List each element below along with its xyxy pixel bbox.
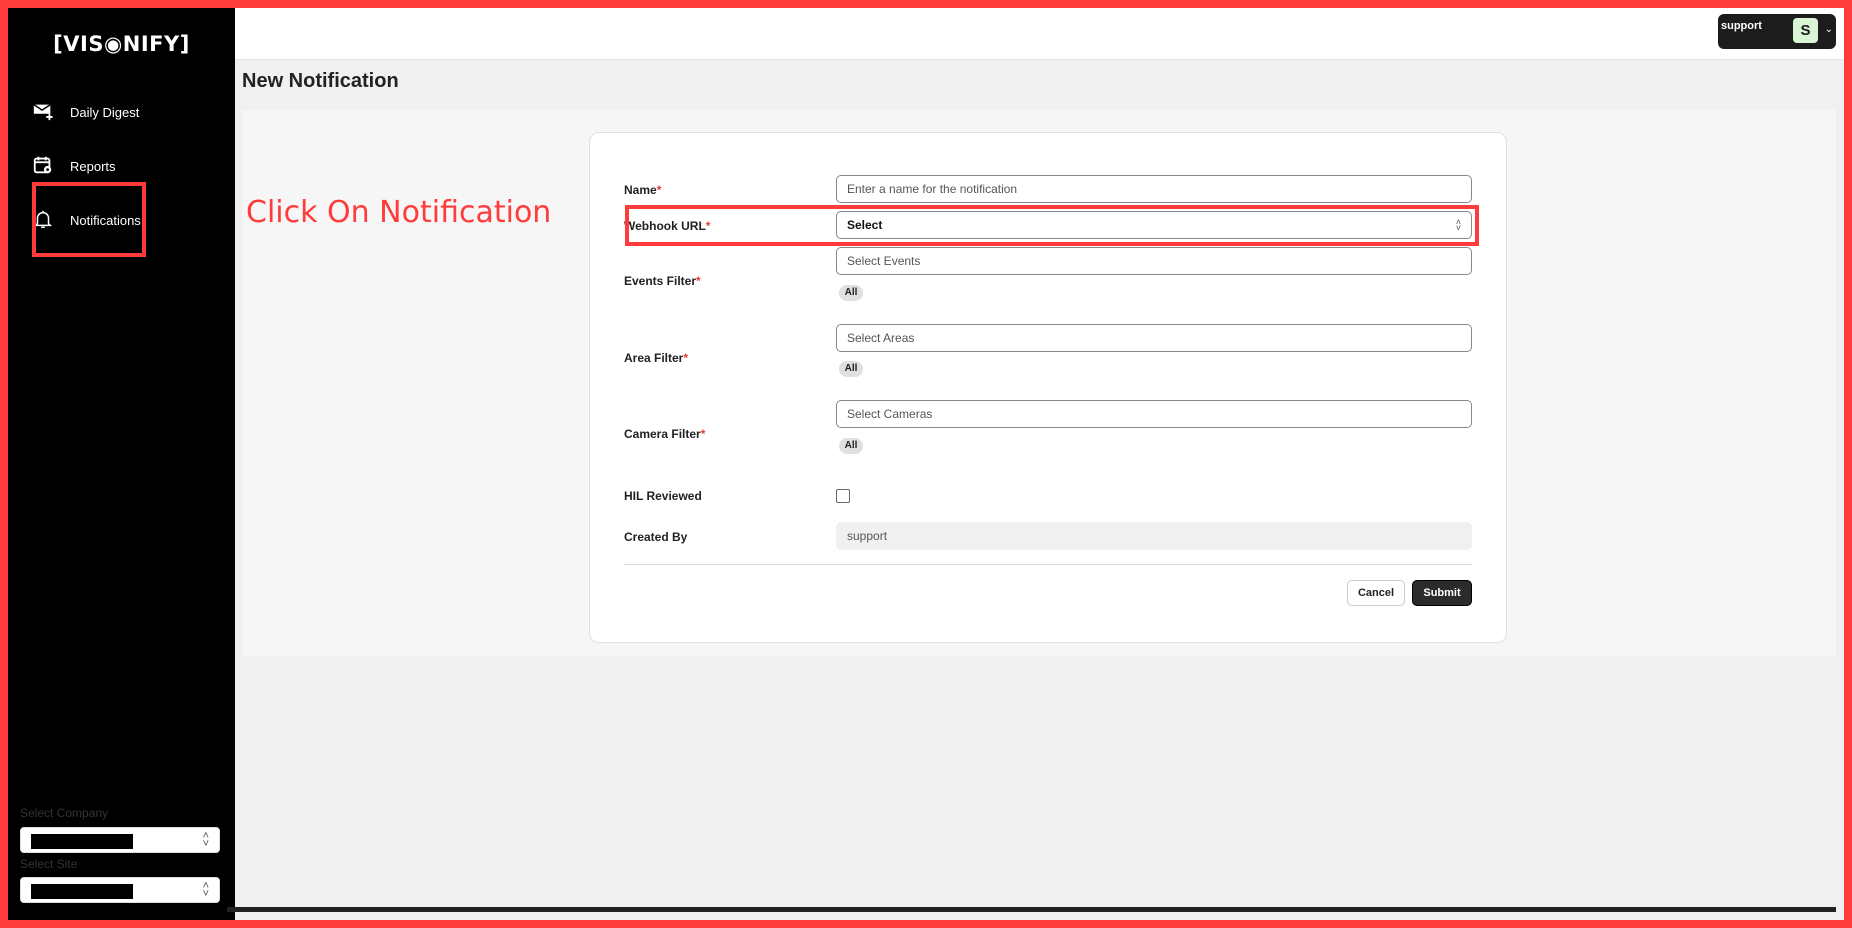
- sidebar-item-daily-digest[interactable]: Daily Digest: [32, 100, 139, 125]
- sidebar-item-label: Daily Digest: [70, 105, 140, 120]
- name-label: Name*: [624, 183, 662, 197]
- site-select-label: Select Site: [20, 857, 78, 871]
- cameras-all-chip[interactable]: All: [839, 438, 863, 454]
- annotation-text: Click On Notification: [246, 195, 552, 230]
- area-filter-label: Area Filter*: [624, 351, 689, 365]
- sidebar-item-label: Reports: [70, 159, 116, 174]
- redacted-value: [31, 834, 133, 849]
- created-by-label: Created By: [624, 530, 688, 544]
- company-select-label: Select Company: [20, 806, 109, 820]
- events-filter-label: Events Filter*: [624, 274, 701, 288]
- areas-all-chip[interactable]: All: [839, 361, 863, 377]
- sidebar: [VIS◉NIFY] Daily Digest Reports Notifica…: [8, 8, 235, 920]
- redacted-value: [31, 884, 133, 899]
- notifications-highlight-box: [32, 182, 146, 257]
- name-input[interactable]: Enter a name for the notification: [836, 175, 1472, 203]
- chevron-updown-icon: ˄ ˅: [202, 830, 209, 850]
- camera-filter-input[interactable]: Select Cameras: [836, 400, 1472, 428]
- avatar: S: [1793, 18, 1818, 43]
- hil-reviewed-label: HIL Reviewed: [624, 489, 702, 503]
- user-menu[interactable]: support S ⌄: [1718, 14, 1836, 49]
- top-bar: support S ⌄: [235, 8, 1844, 60]
- form-divider: [624, 564, 1472, 565]
- hil-reviewed-checkbox[interactable]: [836, 489, 850, 503]
- company-select[interactable]: ˄ ˅: [20, 827, 220, 853]
- mail-plus-icon: [32, 100, 54, 125]
- page-title: New Notification: [242, 70, 399, 92]
- events-all-chip[interactable]: All: [839, 285, 863, 301]
- chevron-updown-icon: ˄ ˅: [202, 880, 209, 900]
- chevron-down-icon: ⌄: [1824, 24, 1833, 35]
- events-filter-input[interactable]: Select Events: [836, 247, 1472, 275]
- area-filter-input[interactable]: Select Areas: [836, 324, 1472, 352]
- site-select[interactable]: ˄ ˅: [20, 877, 220, 903]
- bottom-edge: [227, 907, 1836, 912]
- cancel-button[interactable]: Cancel: [1347, 580, 1405, 606]
- webhook-highlight-box: [625, 205, 1479, 246]
- username: support: [1721, 20, 1762, 32]
- created-by-field: support: [836, 522, 1472, 550]
- calendar-gear-icon: [32, 154, 54, 179]
- submit-button[interactable]: Submit: [1412, 580, 1472, 606]
- sidebar-item-reports[interactable]: Reports: [32, 154, 116, 179]
- camera-filter-label: Camera Filter*: [624, 427, 706, 441]
- brand-logo[interactable]: [VIS◉NIFY]: [8, 32, 235, 56]
